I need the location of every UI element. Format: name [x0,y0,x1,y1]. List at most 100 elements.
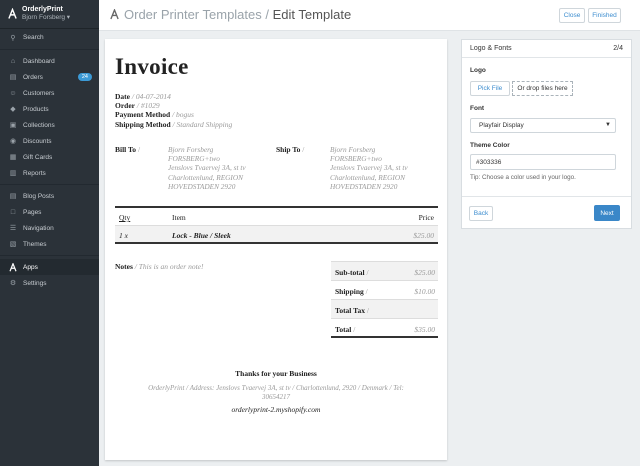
chevron-down-icon: ▼ [605,122,611,128]
divider [0,184,99,185]
user-menu[interactable]: Bjorn Forsberg ▾ [22,14,70,22]
sidebar-item-reports[interactable]: ▥ Reports [0,165,99,181]
theme-color-input[interactable]: #303336 [470,154,616,170]
tax-row: Total Tax / [331,300,438,319]
invoice-meta: Date / 04-07-2014 Order / #1029 Payment … [115,92,233,129]
collections-icon: ▣ [9,122,17,129]
qty-header: Qty [119,213,131,222]
home-icon: ⌂ [10,57,16,65]
subtotal-row: Sub-total / $25.00 [331,262,438,281]
sidebar-item-label: Discounts [23,137,52,145]
bill-to-address: Bjorn Forsberg FORSBERG+two Jenslovs Tvaer… [168,145,246,191]
sidebar-item-label: Blog Posts [23,192,55,200]
shipping-method-value: Standard Shipping [176,119,233,129]
logo-label: Logo [470,67,486,74]
notes-value: This is an order note! [138,262,204,271]
close-button[interactable]: Close [559,8,585,23]
user-icon: ☺ [9,89,17,97]
sidebar-item-blog-posts[interactable]: ▤ Blog Posts [0,188,99,204]
totals-table: Sub-total / $25.00 Shipping / $10.00 Tot… [331,261,438,338]
breadcrumb-separator: / [265,7,270,22]
next-button[interactable]: Next [594,205,620,221]
sidebar-item-label: Themes [23,240,47,248]
payment-label: Payment Method [115,110,171,120]
sidebar-item-pages[interactable]: □ Pages [0,204,99,220]
inbox-icon: ▤ [9,74,17,81]
sidebar-item-navigation[interactable]: ☰ Navigation [0,220,99,236]
sidebar-item-label: Orders [23,73,43,81]
shipping-total-row: Shipping / $10.00 [331,281,438,300]
apps-icon [9,262,17,271]
invoice-preview: Invoice Date / 04-07-2014 Order / #1029 … [105,39,447,460]
sidebar-item-label: Products [23,105,49,113]
sidebar-item-settings[interactable]: ⚙ Settings [0,275,99,291]
sidebar-item-label: Customers [23,89,55,97]
drop-zone[interactable]: Or drop files here [512,81,573,96]
sidebar-item-collections[interactable]: ▣ Collections [0,117,99,133]
breadcrumb: Order Printer Templates / Edit Template [110,7,351,22]
shipping-total-value: $10.00 [414,287,435,296]
orderlyprint-logo-icon [110,9,119,20]
address-line: Jenslovs Tvaervej 3A, st tv [168,163,246,173]
blog-icon: ▤ [9,193,17,200]
pick-file-button[interactable]: Pick File [470,81,510,96]
line-qty: 1 x [119,231,128,240]
brand-block[interactable]: OrderlyPrint Bjorn Forsberg ▾ [0,0,99,29]
address-line: FORSBERG+two [330,154,382,164]
thanks-message: Thanks for your Business [235,369,317,378]
address-line: Bjorn Forsberg [168,145,214,154]
total-value: $35.00 [414,325,435,334]
finished-button[interactable]: Finished [588,8,621,23]
tag-icon: ◆ [10,106,16,113]
font-select[interactable]: Playfair Display ▼ [470,118,616,133]
divider [0,255,99,256]
back-button[interactable]: Back [469,206,493,221]
sidebar-search-label: Search [23,34,44,41]
address-line: Charlottenlund, REGION [168,172,243,182]
line-price: $25.00 [413,231,434,240]
table-row: 1 x Lock - Blue / Sleek $25.00 [115,226,438,244]
sidebar-item-label: Apps [23,263,38,271]
address-line: HOVEDSTADEN 2920 [168,181,236,191]
address-line: Charlottenlund, REGION [330,172,405,182]
themes-icon: ▧ [9,241,17,248]
notes-label: Notes [115,262,133,271]
font-select-value: Playfair Display [479,122,524,129]
sidebar-item-orders[interactable]: ▤ Orders 24 [0,69,99,85]
gear-icon: ⚙ [9,280,17,287]
ship-to-address: Bjorn Forsberg FORSBERG+two Jenslovs Tvaer… [330,145,408,191]
top-header: Order Printer Templates / Edit Template … [99,0,640,31]
address-line: HOVEDSTADEN 2920 [330,181,398,191]
sidebar-item-apps[interactable]: Apps [0,259,99,275]
sidebar-item-discounts[interactable]: ◉ Discounts [0,133,99,149]
sidebar-item-label: Settings [23,279,47,287]
shipping-method-label: Shipping Method [115,119,171,129]
sidebar-search[interactable]: ⚲ Search [0,29,99,46]
payment-value: bogus [176,110,194,120]
sidebar-item-customers[interactable]: ☺ Customers [0,85,99,101]
search-icon: ⚲ [10,34,16,42]
address-line: Bjorn Forsberg [330,145,376,154]
sidebar-item-label: Reports [23,169,46,177]
price-header: Price [418,213,434,222]
store-website: orderlyprint-2.myshopify.com [231,405,321,414]
sidebar-item-themes[interactable]: ▧ Themes [0,236,99,252]
sidebar-item-label: Collections [23,121,55,129]
logo-fonts-panel: Logo & Fonts 2/4 Logo Pick File Or drop … [461,39,632,229]
sidebar-item-dashboard[interactable]: ⌂ Dashboard [0,53,99,69]
subtotal-value: $25.00 [414,268,435,277]
bill-to-label: Bill To / [115,145,141,154]
total-row: Total / $35.00 [331,319,438,338]
discount-icon: ◉ [9,138,17,145]
address-line: FORSBERG+two [168,154,220,164]
app-name: OrderlyPrint [22,6,63,13]
sidebar-item-gift-cards[interactable]: ▦ Gift Cards [0,149,99,165]
order-label: Order [115,101,135,111]
item-header: Item [172,213,186,222]
orderlyprint-logo-icon [8,8,17,19]
order-value: #1029 [140,101,160,111]
breadcrumb-parent[interactable]: Order Printer Templates [124,7,262,22]
panel-footer: Back Next [462,196,631,229]
sidebar-item-products[interactable]: ◆ Products [0,101,99,117]
invoice-title: Invoice [115,54,189,79]
